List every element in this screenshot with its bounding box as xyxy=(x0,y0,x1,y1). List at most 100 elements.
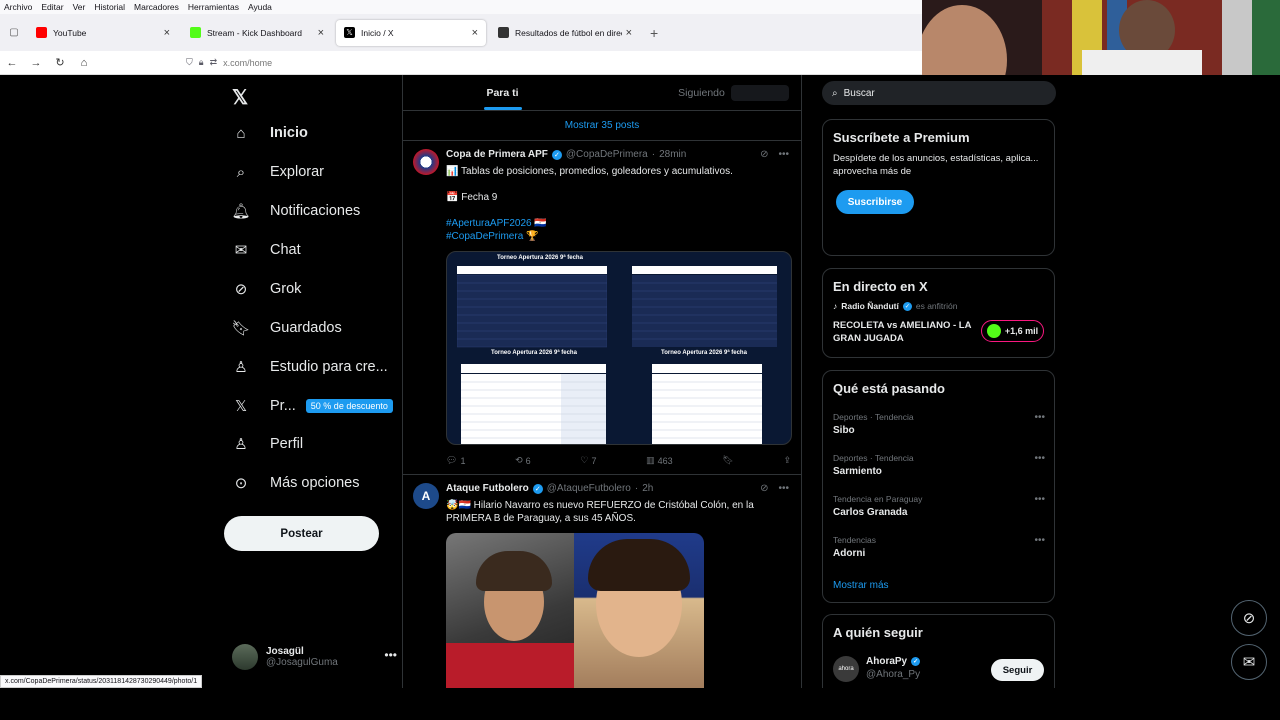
author-name[interactable]: Ataque Futbolero xyxy=(446,483,529,494)
close-icon[interactable]: × xyxy=(164,27,170,39)
sidebar-item-explore[interactable]: ⌕ Explorar xyxy=(232,163,324,181)
search-placeholder: Buscar xyxy=(843,87,875,99)
more-icon[interactable]: ••• xyxy=(778,483,789,494)
sidebar-item-profile[interactable]: ♙ Perfil xyxy=(232,435,303,453)
timeline: Para ti Siguiendo Mostrar 35 posts Copa … xyxy=(402,75,802,688)
host-name: Radio Ñandutí xyxy=(841,301,899,311)
menu-herramientas[interactable]: Herramientas xyxy=(188,2,239,12)
account-switcher[interactable]: Josagül @JosagulGuma ••• xyxy=(232,642,397,672)
grok-icon[interactable]: ⊘ xyxy=(760,483,768,494)
more-icon[interactable]: ••• xyxy=(384,648,397,662)
back-icon[interactable]: ← xyxy=(0,57,24,69)
repost-button[interactable]: ⟲ 6 xyxy=(515,455,531,466)
avatar[interactable]: ahora xyxy=(833,656,859,682)
x-logo-icon[interactable]: 𝕏 xyxy=(232,85,248,110)
hair-shape xyxy=(476,551,552,591)
trend-item[interactable]: Tendencia en Paraguay Carlos Granada ••• xyxy=(833,494,1045,518)
reload-icon[interactable]: ↻ xyxy=(48,56,72,69)
author-handle[interactable]: @CopaDePrimera xyxy=(566,149,648,160)
reply-button[interactable]: 💬︎ 1 xyxy=(446,455,465,466)
follow-button[interactable]: Seguir xyxy=(991,659,1044,681)
author-handle[interactable]: @AtaqueFutbolero xyxy=(547,483,631,494)
sidebar-item-label: Notificaciones xyxy=(270,203,361,219)
browser-tab-x[interactable]: 𝕏 Inicio / X × xyxy=(336,19,486,46)
sidebar-item-chat[interactable]: ✉︎ Chat xyxy=(232,241,301,259)
hashtag-link[interactable]: #CopaDePrimera 🏆 xyxy=(446,230,786,243)
views-button[interactable]: ▥ 463 xyxy=(646,455,673,466)
sidebar-item-grok[interactable]: ⊘ Grok xyxy=(232,280,302,298)
more-icon[interactable]: ••• xyxy=(1034,535,1045,546)
live-host[interactable]: ♪ Radio Ñandutí ✓ es anfitrión xyxy=(833,301,957,311)
sidebar-item-home[interactable]: ⌂ Inicio xyxy=(232,124,307,142)
share-button[interactable]: ⇪ xyxy=(783,455,791,466)
forward-icon[interactable]: → xyxy=(24,57,48,69)
browser-tab-results[interactable]: Resultados de fútbol en directo × xyxy=(490,20,640,46)
tweet-image[interactable] xyxy=(446,533,704,688)
avatar xyxy=(232,644,258,670)
author-name[interactable]: Copa de Primera APF xyxy=(446,149,548,160)
tweet[interactable]: Copa de Primera APF ✓ @CopaDePrimera · 2… xyxy=(403,141,801,475)
like-button[interactable]: ♡ 7 xyxy=(580,455,596,466)
browser-tab-youtube[interactable]: YouTube × xyxy=(28,20,178,46)
tweet-image[interactable]: Torneo Apertura 2026 9ª fecha Torneo Ape… xyxy=(446,251,792,445)
trend-item[interactable]: Deportes · Tendencia Sarmiento ••• xyxy=(833,453,1045,477)
show-new-posts[interactable]: Mostrar 35 posts xyxy=(403,111,801,141)
tab-for-you[interactable]: Para ti xyxy=(403,75,602,110)
suggested-account[interactable]: AhoraPy ✓ @Ahora_Py xyxy=(866,656,921,680)
site-icon xyxy=(498,27,509,38)
sidebar-item-bookmarks[interactable]: 🔖︎ Guardados xyxy=(231,319,341,337)
menu-ayuda[interactable]: Ayuda xyxy=(248,2,272,12)
tweet-header: Ataque Futbolero ✓ @AtaqueFutbolero · 2h xyxy=(446,483,653,494)
menu-archivo[interactable]: Archivo xyxy=(4,2,32,12)
more-icon[interactable]: ••• xyxy=(1034,412,1045,423)
new-tab-icon[interactable]: + xyxy=(650,25,658,41)
timestamp[interactable]: 2h xyxy=(642,483,653,494)
listeners-pill[interactable]: +1,6 mil xyxy=(981,320,1044,342)
live-show-title[interactable]: RECOLETA vs AMELIANO - LA GRAN JUGADA xyxy=(833,319,973,345)
show-more-trends[interactable]: Mostrar más xyxy=(833,580,889,591)
bookmark-button[interactable]: 🔖︎ xyxy=(722,455,733,466)
tab-list-icon[interactable]: ▢ xyxy=(0,14,28,51)
lock-icon: 🔒︎ xyxy=(198,57,204,67)
browser-tab-kick[interactable]: Stream - Kick Dashboard × xyxy=(182,20,332,46)
more-icon[interactable]: ••• xyxy=(1034,453,1045,464)
trend-item[interactable]: Tendencias Adorni ••• xyxy=(833,535,1045,559)
jersey-shape xyxy=(446,643,574,688)
blurred-tab xyxy=(731,85,789,101)
grok-float-button[interactable]: ⊘ xyxy=(1231,600,1267,636)
tweet-line: 📅 Fecha 9 xyxy=(446,192,498,203)
menu-marcadores[interactable]: Marcadores xyxy=(134,2,179,12)
search-icon: ⌕ xyxy=(832,87,838,99)
grok-icon[interactable]: ⊘ xyxy=(760,149,768,160)
more-icon[interactable]: ••• xyxy=(778,149,789,160)
home-icon[interactable]: ⌂ xyxy=(72,57,96,69)
left-sidebar: 𝕏 ⌂ Inicio ⌕ Explorar 🔔︎ Notificaciones … xyxy=(224,75,402,688)
timestamp[interactable]: 28min xyxy=(659,149,686,160)
sidebar-item-premium[interactable]: 𝕏 Pr... 50 % de descuento xyxy=(232,397,393,415)
more-icon[interactable]: ••• xyxy=(1034,494,1045,505)
trend-category: Deportes · Tendencia xyxy=(833,453,914,463)
sidebar-item-creator-studio[interactable]: ♙ Estudio para cre... xyxy=(232,358,387,376)
close-icon[interactable]: × xyxy=(626,27,632,39)
subscribe-button[interactable]: Suscribirse xyxy=(836,190,914,214)
sidebar-item-notifications[interactable]: 🔔︎ Notificaciones xyxy=(231,202,361,220)
messages-float-button[interactable]: ✉︎ xyxy=(1231,644,1267,680)
tab-label: Inicio / X xyxy=(361,27,394,38)
close-icon[interactable]: × xyxy=(318,27,324,39)
trend-item[interactable]: Deportes · Tendencia Sibo ••• xyxy=(833,412,1045,436)
close-icon[interactable]: × xyxy=(472,27,478,39)
avatar[interactable]: A xyxy=(413,483,439,509)
url-bar[interactable]: ⛉ 🔒︎ ⇄ x.com/home xyxy=(186,57,272,68)
avatar[interactable] xyxy=(413,149,439,175)
menu-ver[interactable]: Ver xyxy=(73,2,86,12)
sidebar-item-more[interactable]: ⊙ Más opciones xyxy=(232,474,360,492)
tweet[interactable]: A Ataque Futbolero ✓ @AtaqueFutbolero · … xyxy=(403,475,801,688)
menu-editar[interactable]: Editar xyxy=(41,2,63,12)
right-sidebar: ⌕ Buscar Suscríbete a Premium Despídete … xyxy=(822,75,1056,688)
post-button[interactable]: Postear xyxy=(224,516,379,551)
x-page: 𝕏 ⌂ Inicio ⌕ Explorar 🔔︎ Notificaciones … xyxy=(0,75,1280,688)
search-input[interactable]: ⌕ Buscar xyxy=(822,81,1056,105)
suggested-name: AhoraPy xyxy=(866,656,908,667)
hashtag-link[interactable]: #AperturaAPF2026 🇵🇾 xyxy=(446,217,786,230)
menu-historial[interactable]: Historial xyxy=(94,2,125,12)
